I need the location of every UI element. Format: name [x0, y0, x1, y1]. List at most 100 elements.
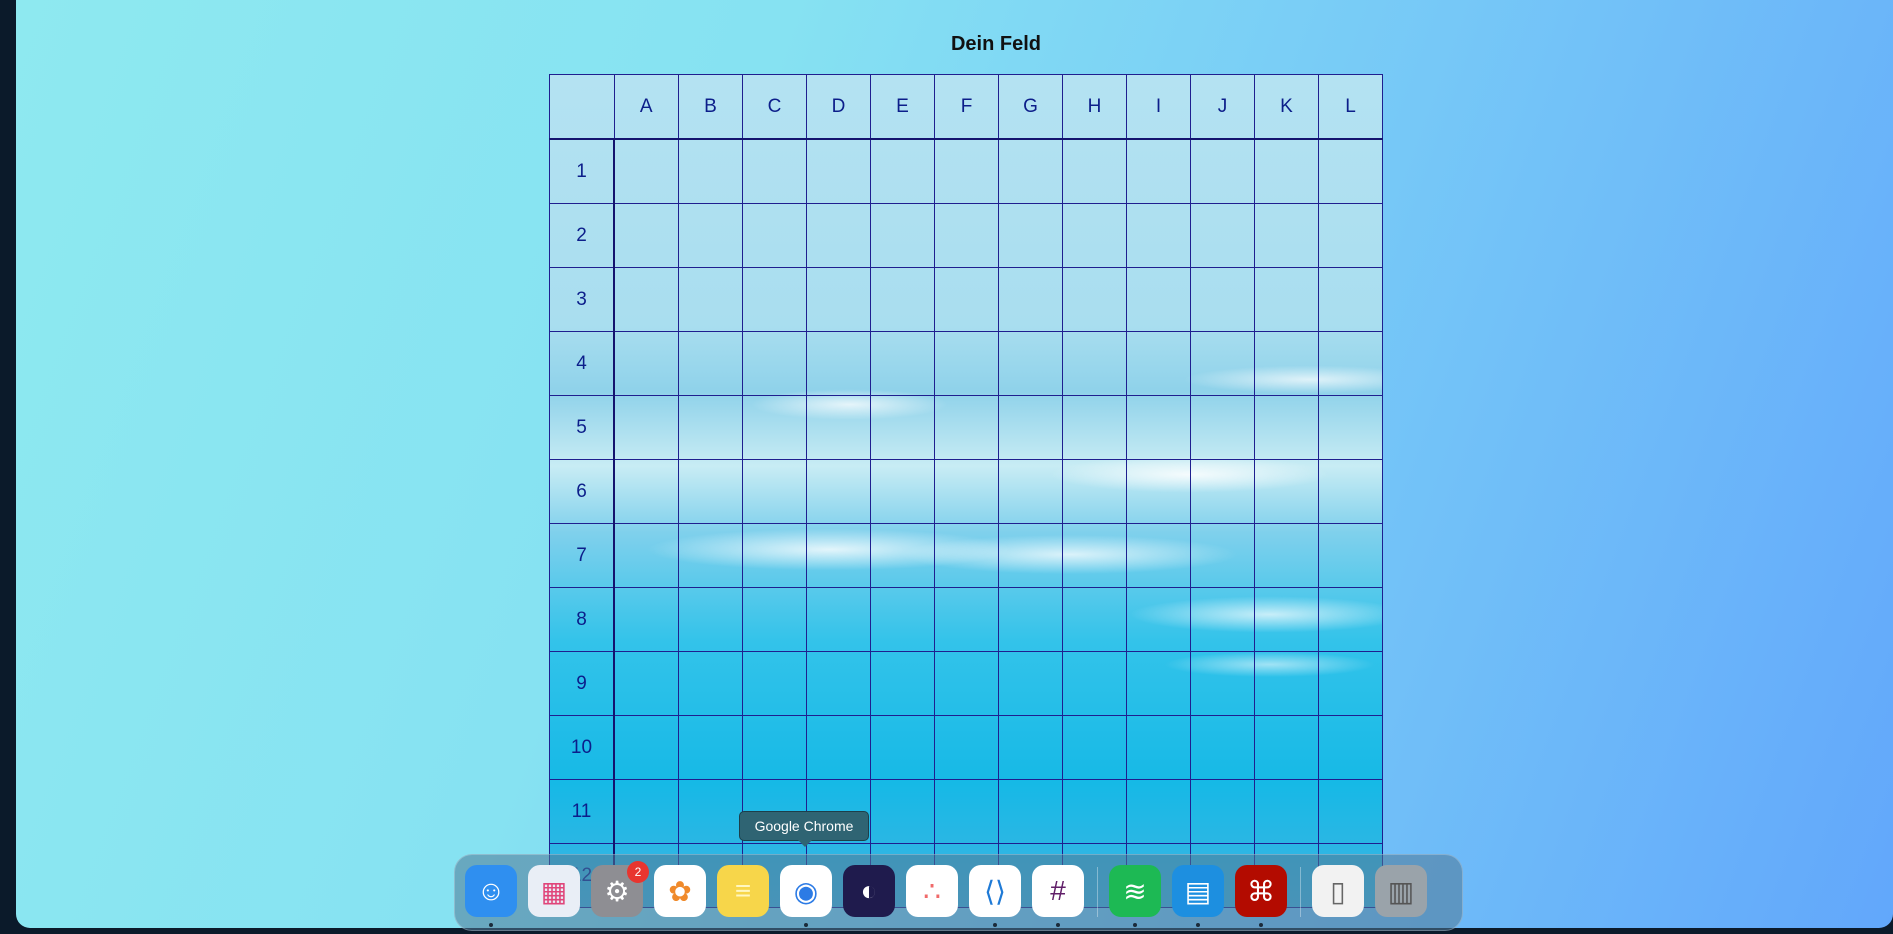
board-cell[interactable]: [1190, 715, 1255, 780]
board-cell[interactable]: [934, 331, 999, 396]
dock-item-launchpad[interactable]: ▦: [528, 865, 580, 917]
board-cell[interactable]: [870, 138, 935, 204]
board-cell[interactable]: [1318, 715, 1383, 780]
board-cell[interactable]: [934, 138, 999, 204]
board-cell[interactable]: [1190, 267, 1255, 332]
board-cell[interactable]: [1190, 203, 1255, 268]
board-cell[interactable]: [1126, 459, 1191, 524]
board-cell[interactable]: [1254, 203, 1319, 268]
board-cell[interactable]: [613, 395, 679, 460]
dock-item-spotify[interactable]: ≋: [1109, 865, 1161, 917]
board-cell[interactable]: [1254, 779, 1319, 844]
board-cell[interactable]: [1318, 523, 1383, 588]
board-cell[interactable]: [742, 203, 807, 268]
board-cell[interactable]: [678, 395, 743, 460]
dock-item-vscode[interactable]: ⟨⟩: [969, 865, 1021, 917]
board-cell[interactable]: [613, 651, 679, 716]
board-cell[interactable]: [678, 459, 743, 524]
board-cell[interactable]: [613, 715, 679, 780]
board-cell[interactable]: [806, 395, 871, 460]
board-cell[interactable]: [613, 138, 679, 204]
board-cell[interactable]: [1190, 331, 1255, 396]
board-cell[interactable]: [1062, 587, 1127, 652]
board-cell[interactable]: [678, 267, 743, 332]
board-cell[interactable]: [1062, 523, 1127, 588]
board-cell[interactable]: [1190, 395, 1255, 460]
board-cell[interactable]: [1126, 331, 1191, 396]
board-cell[interactable]: [1254, 651, 1319, 716]
board-cell[interactable]: [1254, 331, 1319, 396]
board-cell[interactable]: [1062, 715, 1127, 780]
board-cell[interactable]: [1190, 523, 1255, 588]
board-cell[interactable]: [934, 459, 999, 524]
board-cell[interactable]: [934, 651, 999, 716]
dock-item-asana[interactable]: ∴: [906, 865, 958, 917]
dock-item-photos[interactable]: ✿: [654, 865, 706, 917]
board-cell[interactable]: [1126, 203, 1191, 268]
board-cell[interactable]: [1062, 779, 1127, 844]
board-cell[interactable]: [613, 267, 679, 332]
board-cell[interactable]: [678, 523, 743, 588]
board-cell[interactable]: [870, 331, 935, 396]
board-cell[interactable]: [1318, 267, 1383, 332]
board-cell[interactable]: [1062, 651, 1127, 716]
board-cell[interactable]: [1126, 267, 1191, 332]
board-cell[interactable]: [1318, 587, 1383, 652]
board-cell[interactable]: [742, 267, 807, 332]
board-cell[interactable]: [1318, 395, 1383, 460]
dock-item-slack[interactable]: #: [1032, 865, 1084, 917]
board-cell[interactable]: [870, 651, 935, 716]
board-cell[interactable]: [1318, 651, 1383, 716]
board-cell[interactable]: [1190, 651, 1255, 716]
board-cell[interactable]: [678, 587, 743, 652]
board-cell[interactable]: [1062, 267, 1127, 332]
board-cell[interactable]: [742, 523, 807, 588]
board-cell[interactable]: [806, 138, 871, 204]
board-cell[interactable]: [998, 138, 1063, 204]
board-cell[interactable]: [998, 331, 1063, 396]
dock-item-notes[interactable]: ≡: [717, 865, 769, 917]
dock-item-acrobat[interactable]: ⌘: [1235, 865, 1287, 917]
board-cell[interactable]: [1062, 459, 1127, 524]
board-cell[interactable]: [742, 459, 807, 524]
board-cell[interactable]: [934, 395, 999, 460]
board-cell[interactable]: [998, 779, 1063, 844]
board-cell[interactable]: [1318, 779, 1383, 844]
board-cell[interactable]: [870, 779, 935, 844]
board-cell[interactable]: [1126, 715, 1191, 780]
board-cell[interactable]: [1254, 715, 1319, 780]
board-cell[interactable]: [742, 331, 807, 396]
board-cell[interactable]: [613, 587, 679, 652]
board-cell[interactable]: [1254, 523, 1319, 588]
board-cell[interactable]: [678, 779, 743, 844]
board-cell[interactable]: [998, 651, 1063, 716]
board-cell[interactable]: [806, 459, 871, 524]
board-cell[interactable]: [1126, 138, 1191, 204]
board-cell[interactable]: [870, 203, 935, 268]
board-cell[interactable]: [1254, 459, 1319, 524]
board-cell[interactable]: [1190, 459, 1255, 524]
board-cell[interactable]: [678, 203, 743, 268]
board-cell[interactable]: [1318, 203, 1383, 268]
board-cell[interactable]: [934, 587, 999, 652]
board-cell[interactable]: [1254, 395, 1319, 460]
board-cell[interactable]: [998, 395, 1063, 460]
board-cell[interactable]: [870, 459, 935, 524]
board-cell[interactable]: [870, 395, 935, 460]
board-cell[interactable]: [870, 715, 935, 780]
board-cell[interactable]: [613, 779, 679, 844]
board-cell[interactable]: [1254, 267, 1319, 332]
board-cell[interactable]: [870, 267, 935, 332]
board-cell[interactable]: [1190, 138, 1255, 204]
board-cell[interactable]: [934, 779, 999, 844]
board-cell[interactable]: [1318, 331, 1383, 396]
board-cell[interactable]: [613, 331, 679, 396]
board-cell[interactable]: [678, 331, 743, 396]
board-cell[interactable]: [998, 203, 1063, 268]
board-cell[interactable]: [998, 267, 1063, 332]
board-cell[interactable]: [1190, 587, 1255, 652]
board-cell[interactable]: [742, 587, 807, 652]
board-cell[interactable]: [742, 651, 807, 716]
dock-item-trash[interactable]: ▥: [1375, 865, 1427, 917]
board-cell[interactable]: [678, 138, 743, 204]
